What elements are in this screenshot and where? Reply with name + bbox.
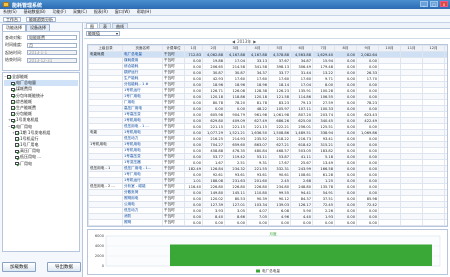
checkbox[interactable] xyxy=(15,131,19,135)
title-bar: 能耗管理系统 _ □ x xyxy=(0,0,450,9)
table-cell: 0.00 xyxy=(334,219,357,226)
y-tick-label: 2000 xyxy=(95,254,105,258)
menu-item[interactable]: 报表(R) xyxy=(94,9,108,15)
menu-item[interactable]: 采集(C) xyxy=(73,9,87,15)
field-label: 时间维度: xyxy=(5,42,23,47)
table-cell: 0.00 xyxy=(312,219,335,226)
table-cell: 0.00 xyxy=(290,219,313,226)
checkbox[interactable] xyxy=(15,137,19,141)
tree-node-label: 厂用电 xyxy=(20,160,32,166)
checkbox[interactable] xyxy=(11,112,15,116)
tab-device[interactable]: 设备选择 xyxy=(26,24,50,31)
table-cell: 照明 xyxy=(122,219,163,226)
tree-node[interactable]: 厂用电 xyxy=(4,161,78,167)
app-icon xyxy=(3,2,9,7)
legend-label: 电厂总电量 xyxy=(262,268,280,273)
tab-table[interactable]: 表 xyxy=(99,23,111,29)
table-cell: 千瓦时 xyxy=(162,219,185,226)
checkbox[interactable] xyxy=(11,124,15,129)
value-filter-select[interactable]: 能耗值 xyxy=(86,30,120,37)
menu-bar: 系统(S) 基础数据(B) 功能(F) 采集(C) 报表(R) 窗口(W) 帮助(H) xyxy=(0,9,450,16)
table-cell xyxy=(422,219,445,226)
tab-function[interactable]: 功能选择 xyxy=(2,24,26,31)
table-row[interactable]: 照明 千瓦时 0.00 0.00 0.00 0.00 0.00 0.00 0.00 0.00 0.0… xyxy=(88,219,447,226)
field-label: 起始时间: xyxy=(5,49,23,55)
checkbox[interactable] xyxy=(11,118,15,123)
chart-title: 月度 xyxy=(269,231,277,236)
table-cell: 0.00 xyxy=(202,219,225,226)
menu-item[interactable]: 帮助(H) xyxy=(137,9,151,15)
menu-item[interactable]: 功能(F) xyxy=(53,9,66,15)
legend-swatch xyxy=(256,269,260,273)
checkbox[interactable] xyxy=(11,81,15,86)
checkbox[interactable] xyxy=(15,149,19,154)
bar xyxy=(170,244,432,266)
field-input[interactable]: 月 xyxy=(27,42,77,48)
checkbox[interactable] xyxy=(11,106,15,110)
checkbox[interactable] xyxy=(15,161,19,166)
toolbar: 工作台 能耗趋势分析 xyxy=(0,16,450,23)
checkbox[interactable] xyxy=(11,93,15,98)
checkbox[interactable] xyxy=(15,155,19,160)
field-input[interactable]: 电能耗费 xyxy=(27,35,77,40)
app-title: 能耗管理系统 xyxy=(12,2,43,9)
toolbar-button[interactable]: 工作台 xyxy=(3,16,21,22)
minimize-button[interactable]: _ xyxy=(420,1,428,7)
form-row: 时间维度: 月 xyxy=(5,42,77,49)
close-button[interactable]: x xyxy=(440,1,448,7)
menu-item[interactable]: 窗口(W) xyxy=(115,9,130,15)
form-row: 起始时间: 2013-1-1 xyxy=(5,49,77,56)
data-grid: 上级目录页面名称计费单位1月2月3月4月5月6月7月8月9月10月11月12月合… xyxy=(87,44,448,227)
y-tick-label: 6000 xyxy=(95,234,105,238)
load-data-button[interactable]: 加载数据 xyxy=(2,262,36,272)
tab-curve[interactable]: 曲线 xyxy=(112,23,128,29)
bar-chart: 6000 4000 2000 0 月度电厂总电量 xyxy=(87,229,448,275)
table-cell xyxy=(378,219,401,226)
main-panel: 图 表 曲线 能耗值 ◀ 2013年 ▶ 上级目录页面名称计费单位1月2月3月4… xyxy=(84,23,450,277)
table-cell: 0.00 xyxy=(224,219,247,226)
chart-svg: 6000 4000 2000 0 月度电厂总电量 xyxy=(95,231,441,273)
checkbox[interactable] xyxy=(11,100,15,104)
table-cell: 0.00 xyxy=(268,219,291,226)
y-tick-label: 4000 xyxy=(95,244,105,248)
field-input[interactable]: 2013-12-31 xyxy=(27,57,77,63)
query-form: 查询对象: 电能耗费 时间维度: 月起始时间: 2013-1-1 结束时间: 2013-12… xyxy=(2,31,80,71)
maximize-button[interactable]: □ xyxy=(430,1,438,7)
field-label: 查询对象: xyxy=(5,34,23,40)
table-cell: 0.00 xyxy=(184,219,203,226)
table-cell xyxy=(88,219,123,226)
menu-item[interactable]: 系统(S) xyxy=(3,9,17,15)
checkbox[interactable] xyxy=(15,143,19,147)
table-cell xyxy=(444,219,447,226)
checkbox[interactable] xyxy=(11,87,15,92)
field-label: 结束时间: xyxy=(5,57,23,62)
checkbox[interactable] xyxy=(7,75,11,79)
table-cell xyxy=(400,219,423,226)
left-panel: 功能选择 设备选择 查询对象: 电能耗费 时间维度: 月起始时间: 2013-1-1 结束… xyxy=(0,23,83,277)
y-tick-label: 0 xyxy=(102,264,105,268)
energy-tree: − 全部能耗 电厂总电量 煤耗费用 分包年耗能统计 综合能耗 生产能耗费 分包能耗 +1号发电机… xyxy=(2,72,80,252)
tab-chart[interactable]: 图 xyxy=(86,23,98,29)
toolbar-button[interactable]: 能耗趋势分析 xyxy=(26,16,56,22)
field-input[interactable]: 2013-1-1 xyxy=(27,50,77,55)
form-row: 结束时间: 2013-12-31 xyxy=(5,57,77,64)
form-row: 查询对象: 电能耗费 xyxy=(5,34,77,41)
table-cell: 0.00 xyxy=(356,219,379,226)
export-data-button[interactable]: 导出数据 xyxy=(47,262,81,272)
table-cell: 0.00 xyxy=(246,219,269,226)
menu-item[interactable]: 基础数据(B) xyxy=(24,9,46,15)
